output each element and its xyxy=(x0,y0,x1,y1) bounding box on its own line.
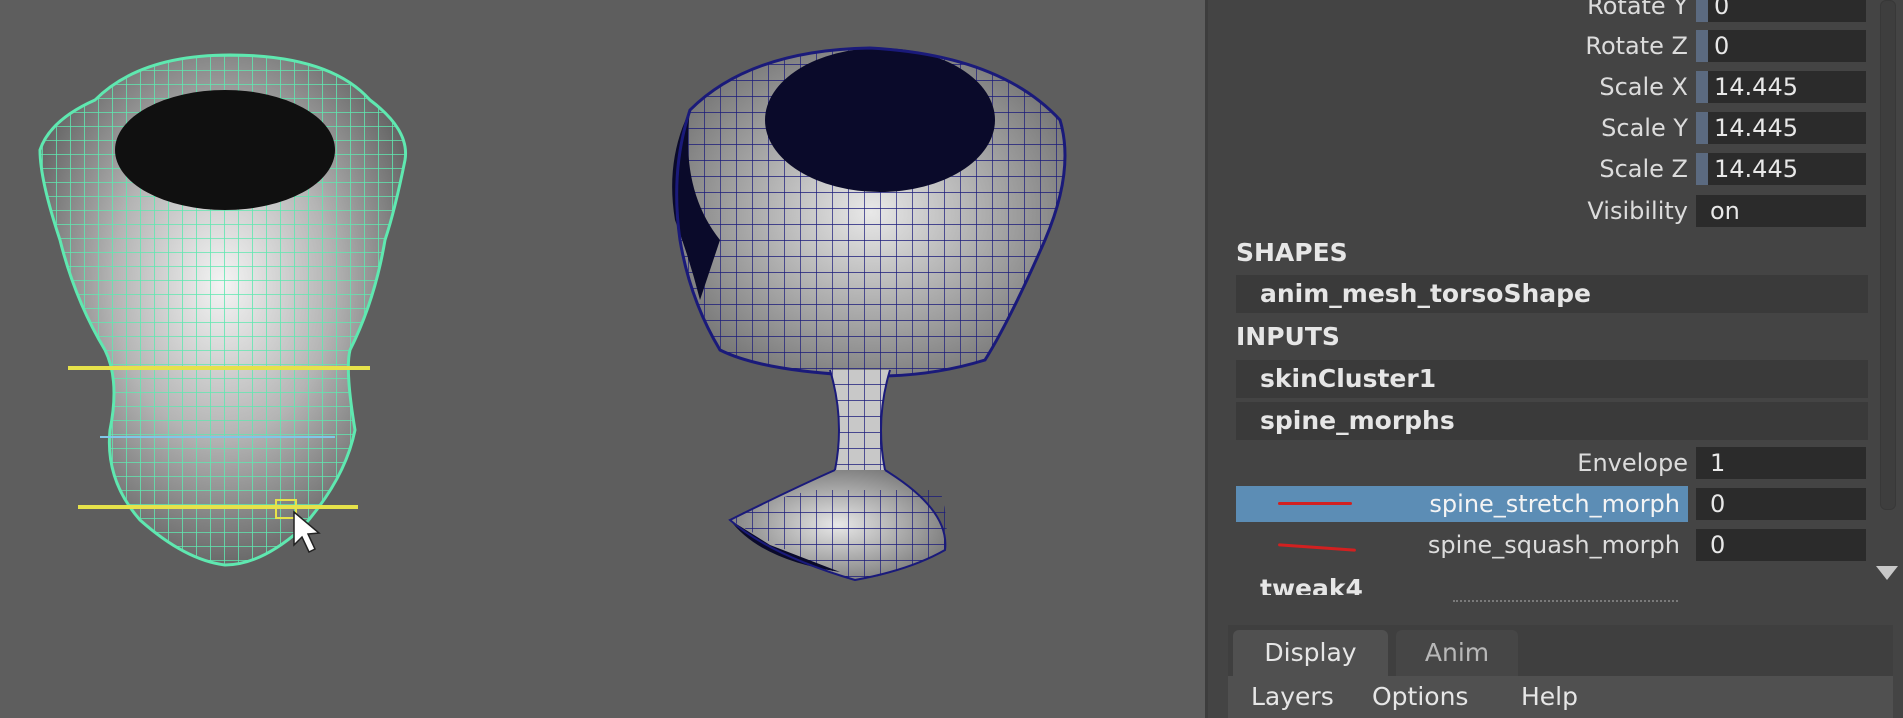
attr-label: Scale Z xyxy=(1599,155,1688,183)
attr-row-envelope[interactable]: Envelope 1 xyxy=(1208,445,1868,481)
attr-value-field[interactable]: 0 xyxy=(1696,488,1866,520)
attr-label: spine_squash_morph xyxy=(1427,531,1680,559)
attr-label: Scale X xyxy=(1599,73,1688,101)
attr-label: spine_stretch_morph xyxy=(1429,490,1680,518)
scroll-down-arrow-icon[interactable] xyxy=(1876,566,1898,580)
attr-label: Scale Y xyxy=(1601,114,1688,142)
viewport-3d[interactable] xyxy=(0,0,1205,718)
inputs-section-header: INPUTS xyxy=(1236,322,1340,351)
attr-value-field[interactable]: 0 xyxy=(1696,0,1866,22)
attr-value-field[interactable]: 0 xyxy=(1696,30,1866,62)
splitter-handle[interactable] xyxy=(1453,600,1678,602)
menu-options[interactable]: Options xyxy=(1372,676,1468,718)
attr-label-box: Scale X xyxy=(1208,69,1688,105)
tab-anim[interactable]: Anim xyxy=(1396,630,1518,676)
menu-help[interactable]: Help xyxy=(1521,676,1578,718)
attr-label-box: Scale Z xyxy=(1208,151,1688,187)
attr-value-field[interactable]: 1 xyxy=(1696,447,1866,479)
attr-row-scale-z[interactable]: Scale Z 14.445 xyxy=(1208,151,1868,187)
attr-label-box: Envelope xyxy=(1208,445,1688,481)
attr-row-scale-x[interactable]: Scale X 14.445 xyxy=(1208,69,1868,105)
torso-mesh-selected xyxy=(38,53,408,567)
channel-box-scrollbar[interactable] xyxy=(1874,0,1900,600)
attr-label-box: spine_squash_morph xyxy=(1208,527,1688,563)
attr-label-box: Rotate Z xyxy=(1208,28,1688,64)
attr-label-box: Scale Y xyxy=(1208,110,1688,146)
attr-row-visibility[interactable]: Visibility on xyxy=(1208,193,1868,229)
attr-label: Rotate Y xyxy=(1587,0,1688,20)
shapes-section-header: SHAPES xyxy=(1236,238,1348,267)
attr-value-field[interactable]: 0 xyxy=(1696,529,1866,561)
menu-layers[interactable]: Layers xyxy=(1251,676,1334,718)
viewport-scene[interactable] xyxy=(0,0,1205,718)
attr-row-rotate-z[interactable]: Rotate Z 0 xyxy=(1208,28,1868,64)
layer-editor-menu-bar: Layers Options Help xyxy=(1228,676,1893,718)
attr-label: Rotate Z xyxy=(1585,32,1688,60)
attr-row-spine-squash-morph[interactable]: spine_squash_morph 0 xyxy=(1208,527,1868,563)
graph-indicator-line xyxy=(1277,543,1357,552)
attr-label-box-selected[interactable]: spine_stretch_morph xyxy=(1236,486,1688,522)
input-node-row-partial[interactable]: tweak4 xyxy=(1236,571,1868,595)
attr-value-field[interactable]: on xyxy=(1696,195,1866,227)
channel-box-panel: Rotate Y 0 Rotate Z 0 Scale X 14.445 Sca… xyxy=(1208,0,1903,718)
input-node-name: tweak4 xyxy=(1260,574,1363,595)
input-node-row[interactable]: skinCluster1 xyxy=(1236,360,1868,398)
attr-label-box: Visibility xyxy=(1208,193,1688,229)
attr-row-spine-stretch-morph[interactable]: spine_stretch_morph 0 xyxy=(1208,486,1868,522)
graph-indicator-line xyxy=(1278,502,1352,505)
attr-value-field[interactable]: 14.445 xyxy=(1696,71,1866,103)
attr-row-rotate-y[interactable]: Rotate Y 0 xyxy=(1208,0,1868,24)
input-node-name: spine_morphs xyxy=(1260,406,1455,435)
attr-row-scale-y[interactable]: Scale Y 14.445 xyxy=(1208,110,1868,146)
attr-value-field[interactable]: 14.445 xyxy=(1696,153,1866,185)
scrollbar-thumb[interactable] xyxy=(1880,0,1896,510)
shape-node-row[interactable]: anim_mesh_torsoShape xyxy=(1236,275,1868,313)
shape-node-name: anim_mesh_torsoShape xyxy=(1260,279,1592,308)
tab-display[interactable]: Display xyxy=(1233,630,1388,676)
input-node-row[interactable]: spine_morphs xyxy=(1236,402,1868,440)
attr-label-box: Rotate Y xyxy=(1208,0,1688,24)
attr-label: Envelope xyxy=(1577,449,1688,477)
attr-label: Visibility xyxy=(1587,197,1688,225)
torso-mesh-shaded xyxy=(672,46,1067,582)
layer-editor: Display Anim Layers Options Help xyxy=(1228,625,1893,718)
attr-value-field[interactable]: 14.445 xyxy=(1696,112,1866,144)
input-node-name: skinCluster1 xyxy=(1260,364,1437,393)
